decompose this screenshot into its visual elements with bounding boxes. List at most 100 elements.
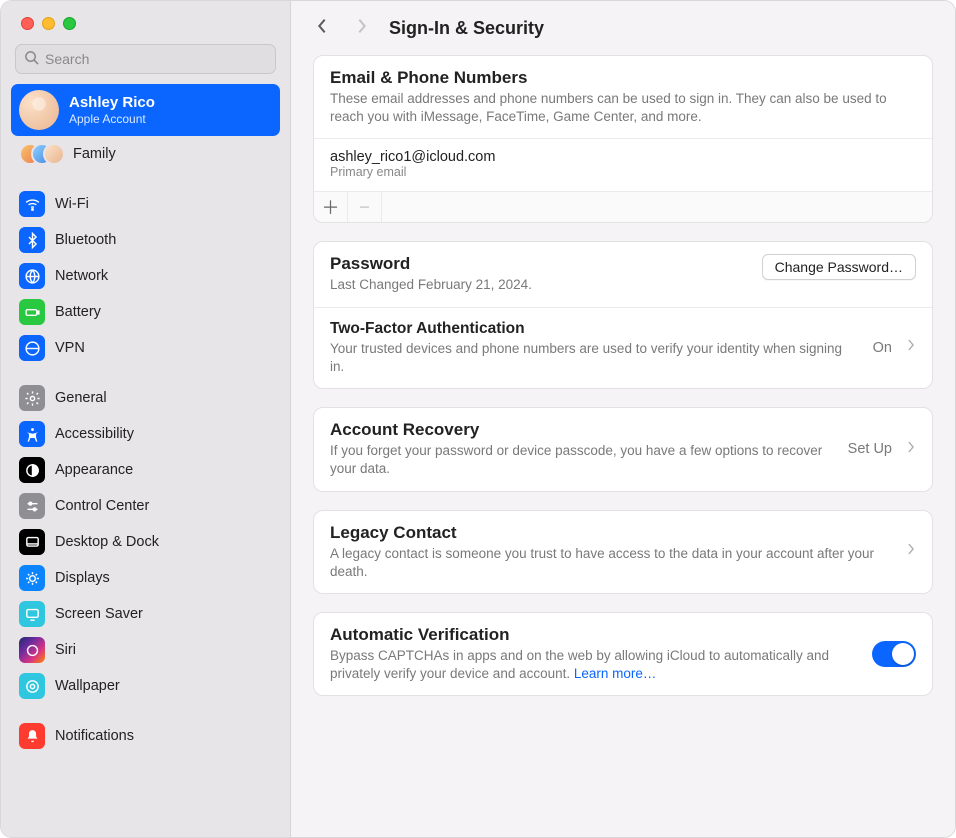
avatar [19, 90, 59, 130]
search-icon [24, 50, 39, 68]
account-recovery-desc: If you forget your password or device pa… [330, 442, 834, 478]
sidebar-item-label: Wallpaper [55, 678, 120, 694]
search-input[interactable]: Search [15, 44, 276, 74]
auto-verify-desc: Bypass CAPTCHAs in apps and on the web b… [330, 647, 858, 683]
settings-window: Search Ashley Rico Apple Account Family [0, 0, 956, 838]
sidebar-item-label: Family [73, 146, 116, 162]
globe-icon [19, 263, 45, 289]
forward-button [349, 15, 375, 41]
auto-verify-toggle[interactable] [872, 641, 916, 667]
sidebar-item-label: Notifications [55, 728, 134, 744]
email-phone-card: Email & Phone Numbers These email addres… [313, 55, 933, 223]
email-row[interactable]: ashley_rico1@icloud.com Primary email [314, 139, 932, 191]
sidebar: Search Ashley Rico Apple Account Family [1, 1, 291, 837]
wifi-icon [19, 191, 45, 217]
sidebar-item-wifi[interactable]: Wi-Fi [11, 186, 280, 222]
minus-icon: − [359, 197, 370, 218]
close-window-button[interactable] [21, 17, 34, 30]
sidebar-item-label: Control Center [55, 498, 149, 514]
sidebar-item-label: Displays [55, 570, 110, 586]
email-phone-desc: These email addresses and phone numbers … [330, 90, 916, 126]
account-recovery-heading: Account Recovery [330, 420, 834, 440]
appearance-icon [19, 457, 45, 483]
sidebar-item-label: Siri [55, 642, 76, 658]
chevron-right-icon [356, 17, 368, 40]
account-recovery-status: Set Up [848, 441, 892, 457]
sidebar-item-screen-saver[interactable]: Screen Saver [11, 596, 280, 632]
sidebar-item-wallpaper[interactable]: Wallpaper [11, 668, 280, 704]
wallpaper-icon [19, 673, 45, 699]
auto-verification-card: Automatic Verification Bypass CAPTCHAs i… [313, 612, 933, 696]
email-value: ashley_rico1@icloud.com [330, 149, 916, 165]
vpn-icon [19, 335, 45, 361]
sidebar-item-family[interactable]: Family [11, 136, 280, 172]
two-factor-row[interactable]: Two-Factor Authentication Your trusted d… [314, 308, 932, 388]
main-content: Sign-In & Security Email & Phone Numbers… [291, 1, 955, 837]
bluetooth-icon [19, 227, 45, 253]
legacy-heading: Legacy Contact [330, 523, 892, 543]
password-desc: Last Changed February 21, 2024. [330, 276, 748, 294]
sidebar-item-network[interactable]: Network [11, 258, 280, 294]
password-card: Password Last Changed February 21, 2024.… [313, 241, 933, 389]
chevron-left-icon [316, 17, 328, 40]
dock-icon [19, 529, 45, 555]
two-factor-status: On [873, 340, 892, 356]
plus-icon: ＋ [322, 194, 340, 220]
sidebar-item-vpn[interactable]: VPN [11, 330, 280, 366]
sidebar-item-control-center[interactable]: Control Center [11, 488, 280, 524]
search-placeholder: Search [45, 51, 89, 67]
account-recovery-row[interactable]: Account Recovery If you forget your pass… [314, 408, 932, 490]
siri-icon [19, 637, 45, 663]
sidebar-item-account[interactable]: Ashley Rico Apple Account [11, 84, 280, 136]
window-controls [1, 1, 290, 44]
sidebar-item-label: Accessibility [55, 426, 134, 442]
sidebar-list: Ashley Rico Apple Account Family Wi-Fi B… [1, 84, 290, 837]
sidebar-item-appearance[interactable]: Appearance [11, 452, 280, 488]
add-button[interactable]: ＋ [314, 192, 348, 222]
gear-icon [19, 385, 45, 411]
sidebar-item-label: Bluetooth [55, 232, 116, 248]
sidebar-item-displays[interactable]: Displays [11, 560, 280, 596]
two-factor-heading: Two-Factor Authentication [330, 320, 859, 338]
legacy-contact-row[interactable]: Legacy Contact A legacy contact is someo… [314, 511, 932, 593]
sidebar-item-label: Appearance [55, 462, 133, 478]
sidebar-item-accessibility[interactable]: Accessibility [11, 416, 280, 452]
bell-icon [19, 723, 45, 749]
sidebar-item-label: Screen Saver [55, 606, 143, 622]
legacy-contact-card: Legacy Contact A legacy contact is someo… [313, 510, 933, 594]
family-avatars-icon [19, 141, 63, 167]
remove-button: − [348, 192, 382, 222]
sidebar-item-battery[interactable]: Battery [11, 294, 280, 330]
sidebar-item-bluetooth[interactable]: Bluetooth [11, 222, 280, 258]
topbar: Sign-In & Security [291, 1, 955, 51]
fullscreen-window-button[interactable] [63, 17, 76, 30]
sidebar-item-siri[interactable]: Siri [11, 632, 280, 668]
sidebar-item-general[interactable]: General [11, 380, 280, 416]
sidebar-item-label: Wi-Fi [55, 196, 89, 212]
email-phone-heading: Email & Phone Numbers [330, 68, 916, 88]
change-password-button[interactable]: Change Password… [762, 254, 916, 280]
chevron-right-icon [906, 542, 916, 561]
back-button[interactable] [309, 15, 335, 41]
learn-more-link[interactable]: Learn more… [574, 666, 657, 681]
sidebar-item-label: Desktop & Dock [55, 534, 159, 550]
two-factor-desc: Your trusted devices and phone numbers a… [330, 340, 859, 376]
add-remove-bar: ＋ − [314, 191, 932, 222]
sidebar-item-desktop-dock[interactable]: Desktop & Dock [11, 524, 280, 560]
chevron-right-icon [906, 440, 916, 459]
sidebar-item-label: VPN [55, 340, 85, 356]
legacy-desc: A legacy contact is someone you trust to… [330, 545, 892, 581]
email-sub: Primary email [330, 165, 916, 179]
account-subtitle: Apple Account [69, 112, 155, 126]
minimize-window-button[interactable] [42, 17, 55, 30]
sidebar-item-label: General [55, 390, 107, 406]
page-title: Sign-In & Security [389, 18, 544, 39]
screensaver-icon [19, 601, 45, 627]
displays-icon [19, 565, 45, 591]
battery-icon [19, 299, 45, 325]
auto-verify-heading: Automatic Verification [330, 625, 858, 645]
sliders-icon [19, 493, 45, 519]
account-name: Ashley Rico [69, 94, 155, 112]
sidebar-item-notifications[interactable]: Notifications [11, 718, 280, 754]
chevron-right-icon [906, 338, 916, 357]
